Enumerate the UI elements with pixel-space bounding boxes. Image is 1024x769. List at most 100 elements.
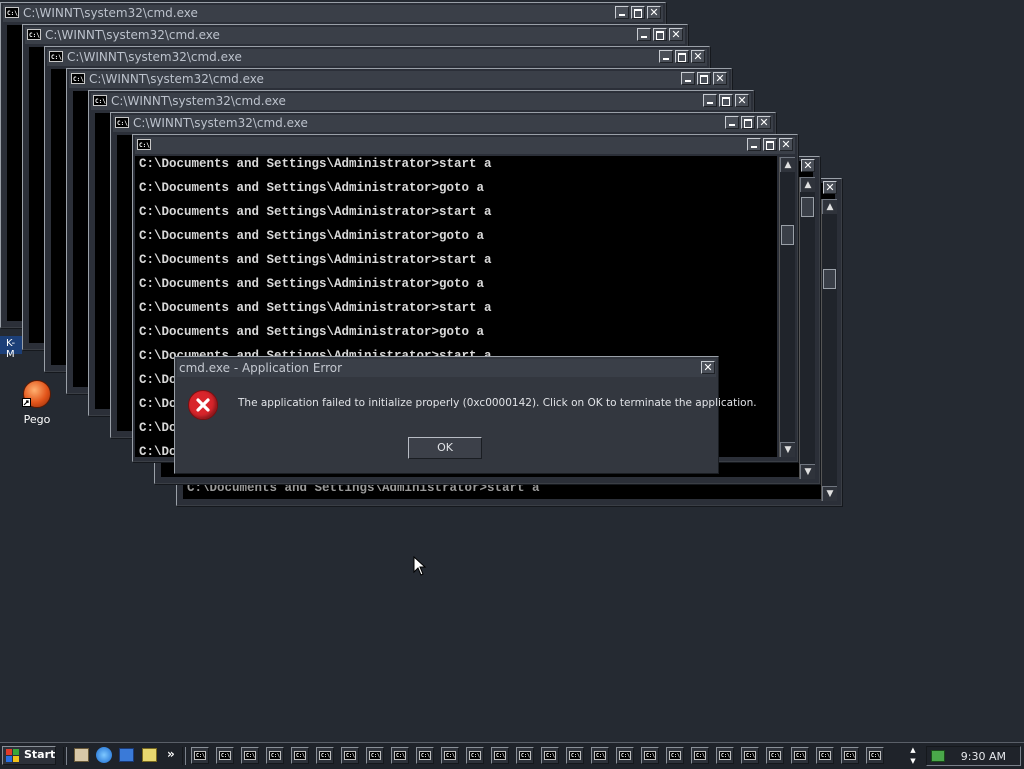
- maximize-button[interactable]: [675, 50, 689, 63]
- taskbar-cmd-button[interactable]: C:\: [691, 747, 709, 764]
- vertical-scrollbar[interactable]: ▲ ▼: [779, 157, 795, 457]
- minimize-button[interactable]: [615, 6, 629, 19]
- taskbar-cmd-button[interactable]: C:\: [541, 747, 559, 764]
- title-bar[interactable]: C:\ C:\WINNT\system32\cmd.exe ✕: [3, 5, 663, 22]
- taskbar-cmd-button[interactable]: C:\: [341, 747, 359, 764]
- cmd-icon: C:\: [219, 751, 231, 760]
- title-bar[interactable]: C:\ C:\WINNT\system32\cmd.exe ✕: [91, 93, 751, 110]
- taskbar-cmd-button[interactable]: C:\: [491, 747, 509, 764]
- scroll-up-button[interactable]: ▲: [822, 199, 837, 214]
- maximize-button[interactable]: [741, 116, 755, 129]
- minimize-button[interactable]: [725, 116, 739, 129]
- quicklaunch-search-icon[interactable]: [142, 748, 157, 762]
- close-button[interactable]: ✕: [757, 116, 771, 129]
- taskbar-cmd-button[interactable]: C:\: [466, 747, 484, 764]
- cmd-icon: C:\: [294, 751, 306, 760]
- minimize-button[interactable]: [659, 50, 673, 63]
- quicklaunch-separator: [63, 747, 67, 765]
- scroll-thumb[interactable]: [823, 269, 836, 289]
- scroll-down-button[interactable]: ▼: [780, 442, 795, 457]
- close-button[interactable]: ✕: [801, 159, 815, 172]
- minimize-button[interactable]: [747, 138, 761, 151]
- cmd-icon: C:\: [819, 751, 831, 760]
- scroll-up-button[interactable]: ▲: [780, 157, 795, 172]
- taskbar-cmd-button[interactable]: C:\: [716, 747, 734, 764]
- minimize-button[interactable]: [703, 94, 717, 107]
- desktop-icon-pego[interactable]: Pego: [14, 378, 60, 428]
- system-tray: 9:30 AM: [926, 746, 1021, 766]
- title-bar[interactable]: C:\ C:\WINNT\system32\cmd.exe ✕: [69, 71, 729, 88]
- quicklaunch-desktop-icon[interactable]: [74, 748, 89, 762]
- taskbar-cmd-button[interactable]: C:\: [366, 747, 384, 764]
- maximize-button[interactable]: [653, 28, 667, 41]
- taskbar-cmd-button[interactable]: C:\: [841, 747, 859, 764]
- clock[interactable]: 9:30 AM: [961, 750, 1006, 763]
- taskbar-cmd-button[interactable]: C:\: [216, 747, 234, 764]
- quicklaunch-outlook-icon[interactable]: [119, 748, 134, 762]
- dialog-close-button[interactable]: ✕: [701, 361, 715, 374]
- taskbar-cmd-button[interactable]: C:\: [616, 747, 634, 764]
- quicklaunch-ie-icon[interactable]: [96, 747, 112, 763]
- taskbar-cmd-button[interactable]: C:\: [241, 747, 259, 764]
- title-bar[interactable]: C:\ C:\WINNT\system32\cmd.exe ✕: [113, 115, 773, 132]
- taskbar-cmd-button[interactable]: C:\: [416, 747, 434, 764]
- quicklaunch-chevron-icon[interactable]: »: [167, 747, 175, 761]
- error-dialog[interactable]: cmd.exe - Application Error ✕ The applic…: [174, 356, 757, 474]
- scroll-down-button[interactable]: ▼: [800, 464, 815, 479]
- window-title: C:\WINNT\system32\cmd.exe: [67, 50, 242, 64]
- minimize-button[interactable]: [637, 28, 651, 41]
- dialog-title-bar[interactable]: cmd.exe - Application Error ✕: [177, 359, 716, 377]
- close-button[interactable]: ✕: [735, 94, 749, 107]
- close-button[interactable]: ✕: [823, 181, 837, 194]
- cmd-icon: C:\: [71, 73, 85, 84]
- close-button[interactable]: ✕: [713, 72, 727, 85]
- maximize-button[interactable]: [763, 138, 777, 151]
- taskbar-cmd-button[interactable]: C:\: [191, 747, 209, 764]
- start-label: Start: [24, 748, 56, 761]
- task-scroll-up-button[interactable]: ▲: [907, 745, 919, 755]
- vertical-scrollbar[interactable]: ▲ ▼: [821, 199, 837, 501]
- taskbar-cmd-button[interactable]: C:\: [291, 747, 309, 764]
- maximize-button[interactable]: [631, 6, 645, 19]
- scroll-up-button[interactable]: ▲: [800, 177, 815, 192]
- cmd-icon: C:\: [27, 29, 41, 40]
- task-scroll-down-button[interactable]: ▼: [907, 756, 919, 766]
- taskbar-cmd-button[interactable]: C:\: [766, 747, 784, 764]
- ok-button[interactable]: OK: [408, 437, 482, 459]
- taskbar-cmd-button[interactable]: C:\: [316, 747, 334, 764]
- close-button[interactable]: ✕: [647, 6, 661, 19]
- taskbar-cmd-button[interactable]: C:\: [866, 747, 884, 764]
- scroll-thumb[interactable]: [781, 225, 794, 245]
- title-bar[interactable]: C:\ C:\WINNT\system32\cmd.exe ✕: [25, 27, 685, 44]
- cmd-icon: C:\: [5, 7, 19, 18]
- console-line: C:\Documents and Settings\Administrator>…: [139, 229, 485, 243]
- taskbar-cmd-button[interactable]: C:\: [666, 747, 684, 764]
- start-button[interactable]: Start: [2, 746, 56, 765]
- taskbar-cmd-button[interactable]: C:\: [816, 747, 834, 764]
- dialog-title: cmd.exe - Application Error: [179, 361, 343, 375]
- close-button[interactable]: ✕: [669, 28, 683, 41]
- taskbar-cmd-button[interactable]: C:\: [791, 747, 809, 764]
- taskbar-cmd-button[interactable]: C:\: [591, 747, 609, 764]
- title-bar[interactable]: C:\ ✕: [135, 137, 795, 154]
- maximize-button[interactable]: [719, 94, 733, 107]
- taskbar-cmd-button[interactable]: C:\: [741, 747, 759, 764]
- taskbar-cmd-button[interactable]: C:\: [266, 747, 284, 764]
- close-button[interactable]: ✕: [691, 50, 705, 63]
- taskbar-cmd-button[interactable]: C:\: [566, 747, 584, 764]
- desktop-icon-label: K-M: [6, 338, 16, 360]
- cmd-icon: C:\: [519, 751, 531, 760]
- close-button[interactable]: ✕: [779, 138, 793, 151]
- taskbar-cmd-button[interactable]: C:\: [516, 747, 534, 764]
- title-bar[interactable]: C:\ C:\WINNT\system32\cmd.exe ✕: [47, 49, 707, 66]
- scroll-down-button[interactable]: ▼: [822, 486, 837, 501]
- minimize-button[interactable]: [681, 72, 695, 85]
- maximize-button[interactable]: [697, 72, 711, 85]
- network-icon[interactable]: [931, 750, 945, 762]
- vertical-scrollbar[interactable]: ▲ ▼: [799, 177, 815, 479]
- taskbar-cmd-button[interactable]: C:\: [391, 747, 409, 764]
- scroll-thumb[interactable]: [801, 197, 814, 217]
- taskbar-cmd-button[interactable]: C:\: [641, 747, 659, 764]
- desktop-icon-partial[interactable]: K-M: [0, 336, 22, 360]
- taskbar-cmd-button[interactable]: C:\: [441, 747, 459, 764]
